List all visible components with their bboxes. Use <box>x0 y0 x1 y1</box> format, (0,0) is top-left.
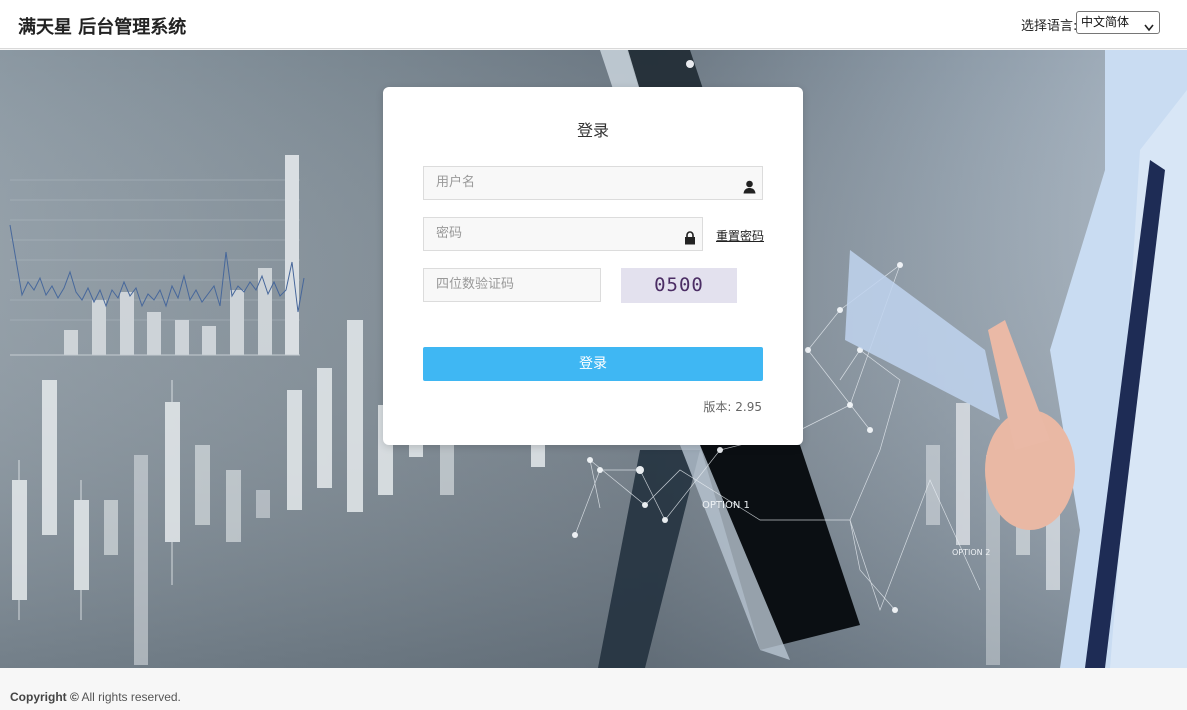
chevron-down-icon <box>1144 18 1154 39</box>
password-placeholder: 密码 <box>436 226 463 241</box>
captcha-placeholder: 四位数验证码 <box>436 277 515 292</box>
app-title: 满天星 后台管理系统 <box>18 17 187 38</box>
username-placeholder: 用户名 <box>436 175 476 190</box>
login-card: 登录 用户名 密码 重置密码 四位数验证码 0500 登录 版本: 2.95 <box>383 87 803 445</box>
captcha-input[interactable]: 四位数验证码 <box>423 268 601 302</box>
top-bar: 满天星 后台管理系统 选择语言: 中文简体 <box>0 0 1187 49</box>
copyright-rest: All rights reserved. <box>78 690 181 704</box>
lock-icon <box>684 226 696 258</box>
copyright-text: Copyright © All rights reserved. <box>10 690 181 704</box>
captcha-image[interactable]: 0500 <box>621 268 737 303</box>
user-icon <box>743 175 756 207</box>
footer: Copyright © All rights reserved. <box>0 668 1187 710</box>
language-select[interactable]: 中文简体 <box>1076 11 1160 34</box>
language-label: 选择语言: <box>1021 19 1078 34</box>
option-2-label: OPTION 2 <box>952 548 990 557</box>
username-input[interactable]: 用户名 <box>423 166 763 200</box>
version-label: 版本: 2.95 <box>703 400 762 414</box>
login-title: 登录 <box>576 121 609 140</box>
password-input[interactable]: 密码 <box>423 217 703 251</box>
login-button[interactable]: 登录 <box>423 347 763 381</box>
copyright-bold: Copyright © <box>10 690 79 704</box>
option-1-label: OPTION 1 <box>702 500 750 511</box>
language-select-value: 中文简体 <box>1081 15 1130 29</box>
reset-password-link[interactable]: 重置密码 <box>716 227 764 244</box>
